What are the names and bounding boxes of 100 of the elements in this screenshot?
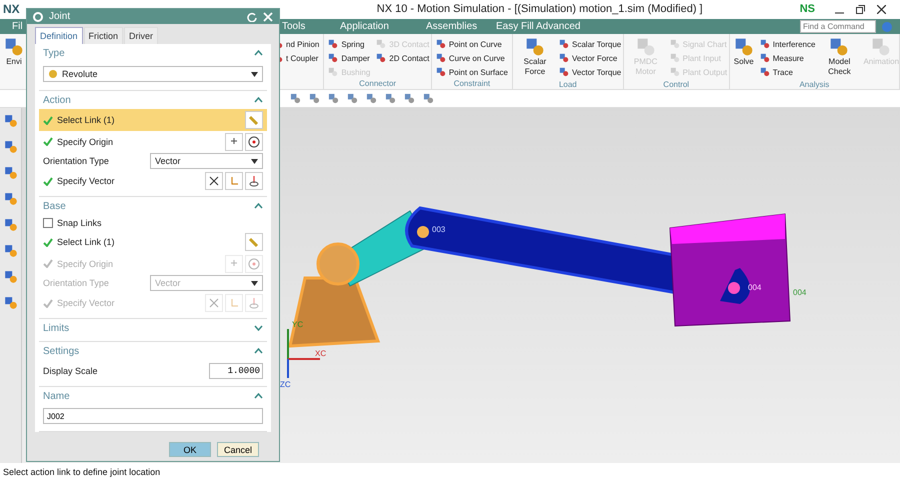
plus-icon xyxy=(229,136,239,146)
ribbon-command[interactable]: Envi xyxy=(4,37,24,80)
resource-tab-icon xyxy=(4,192,18,206)
ribbon-group-label: Control xyxy=(662,80,690,90)
axis-label: XC xyxy=(315,349,326,358)
dialog-title: Joint xyxy=(49,11,70,22)
pencil-icon xyxy=(248,236,260,248)
resource-tab-icon xyxy=(4,270,18,284)
select-link-button[interactable] xyxy=(245,233,263,251)
command-icon xyxy=(436,53,446,64)
section-title: Base xyxy=(43,200,66,212)
menu-item[interactable]: Assemblies xyxy=(414,21,484,32)
chevron-icon[interactable] xyxy=(254,50,263,56)
chevron-icon[interactable] xyxy=(254,393,263,399)
dialog-tab[interactable]: Friction xyxy=(84,27,124,44)
section-title: Limits xyxy=(43,322,70,334)
section-title: Type xyxy=(43,48,65,58)
command-icon xyxy=(760,53,770,64)
selection-row[interactable]: Select Link (1) xyxy=(39,109,267,131)
cross-icon xyxy=(209,176,219,186)
chevron-icon[interactable] xyxy=(254,203,263,209)
menu-item[interactable]: Easy Fill Advanced xyxy=(484,21,604,32)
ribbon-command[interactable]: Solve xyxy=(734,37,754,80)
reverse-direction-button[interactable] xyxy=(205,172,223,190)
ribbon-command[interactable]: Interference xyxy=(760,37,816,52)
badge-text: NS xyxy=(800,3,815,16)
vector-button[interactable] xyxy=(245,172,263,190)
axis-label: ZC xyxy=(280,380,291,390)
toolbar-icon xyxy=(366,93,377,104)
chevron-icon[interactable] xyxy=(254,97,263,103)
ribbon-command[interactable]: Point on Surface xyxy=(436,65,508,80)
toolbar-icon xyxy=(309,93,320,104)
command-icon xyxy=(636,37,656,58)
ribbon-command[interactable]: 2D Contact xyxy=(376,51,430,66)
ribbon-command[interactable]: Scalar Force xyxy=(517,37,553,80)
chevron-icon[interactable] xyxy=(254,325,263,331)
target-icon xyxy=(248,258,260,270)
window-title: NX 10 - Motion Simulation - [(Simulation) motion_1.sim (Modified) ] xyxy=(376,3,703,16)
ribbon-command[interactable]: Scalar Torque xyxy=(559,37,622,52)
row-label: Specify Origin xyxy=(57,258,114,268)
command-search-field[interactable]: Find a Command xyxy=(800,20,876,34)
toolbar-icon xyxy=(423,93,434,104)
orientation-dropdown[interactable]: Vector xyxy=(150,153,263,169)
vector-icon xyxy=(248,297,260,309)
dialog-button[interactable]: OK xyxy=(169,442,211,457)
menu-item[interactable]: Application xyxy=(328,21,414,32)
ribbon-command[interactable]: Trace xyxy=(760,65,816,80)
command-icon xyxy=(559,39,569,50)
joint-label: 003 xyxy=(432,225,446,234)
row-label: Specify Origin xyxy=(57,136,114,146)
command-icon xyxy=(734,37,754,58)
ribbon-command[interactable]: Vector Force xyxy=(559,51,622,66)
checkbox[interactable] xyxy=(43,218,53,228)
checkbox-label: Snap Links xyxy=(57,218,102,228)
selection-row[interactable]: Select Link (1) xyxy=(39,231,267,253)
resource-tab-icon xyxy=(4,166,18,180)
ribbon-command[interactable]: Spring xyxy=(328,37,370,52)
command-icon xyxy=(436,67,446,78)
toolbar-icon xyxy=(385,93,396,104)
resource-tab-icon xyxy=(4,140,18,154)
dialog-tab[interactable]: Definition xyxy=(35,27,83,44)
close-icon[interactable] xyxy=(876,4,886,14)
ribbon-command[interactable]: Point on Curve xyxy=(436,37,508,52)
dialog-button[interactable]: Cancel xyxy=(217,442,259,457)
point-button[interactable] xyxy=(245,132,263,150)
resource-tab-icon xyxy=(4,296,18,310)
joint-type-icon xyxy=(48,69,58,79)
command-icon xyxy=(376,53,386,64)
ribbon-group-label: Load xyxy=(558,80,578,90)
cross-icon xyxy=(209,298,219,308)
dialog-tab[interactable]: Driver xyxy=(124,27,158,44)
command-icon xyxy=(4,37,24,58)
ribbon-command[interactable]: Measure xyxy=(760,51,816,66)
target-icon xyxy=(248,136,260,148)
point-dialog-button[interactable] xyxy=(225,132,243,150)
pencil-icon xyxy=(248,114,260,126)
chevron-icon[interactable] xyxy=(254,348,263,354)
type-dropdown[interactable]: Revolute xyxy=(43,66,263,82)
section-title: Settings xyxy=(43,346,80,356)
ribbon-command[interactable]: Curve on Curve xyxy=(436,51,508,66)
row-label: Display Scale xyxy=(43,366,98,376)
command-icon xyxy=(436,39,446,50)
name-field[interactable]: J002 xyxy=(43,408,263,424)
ribbon-command[interactable]: Damper xyxy=(328,51,370,66)
restore-icon[interactable] xyxy=(856,4,865,14)
joint-label: 004 xyxy=(793,288,806,298)
command-icon xyxy=(670,53,680,64)
ribbon-command[interactable]: Model Check xyxy=(821,37,858,80)
row-label: Orientation Type xyxy=(43,156,109,166)
command-icon xyxy=(829,37,850,58)
corner-icon xyxy=(229,176,239,186)
section-title: Action xyxy=(43,94,71,106)
app-logo: NX xyxy=(3,2,20,16)
command-icon xyxy=(871,37,892,58)
reset-icon[interactable] xyxy=(247,12,257,22)
plus-icon xyxy=(229,258,239,268)
command-icon xyxy=(559,53,569,64)
display-scale-field[interactable]: 1.0000 xyxy=(209,363,263,379)
vector-icon xyxy=(248,175,260,187)
ribbon-command[interactable]: Vector Torque xyxy=(559,65,622,80)
